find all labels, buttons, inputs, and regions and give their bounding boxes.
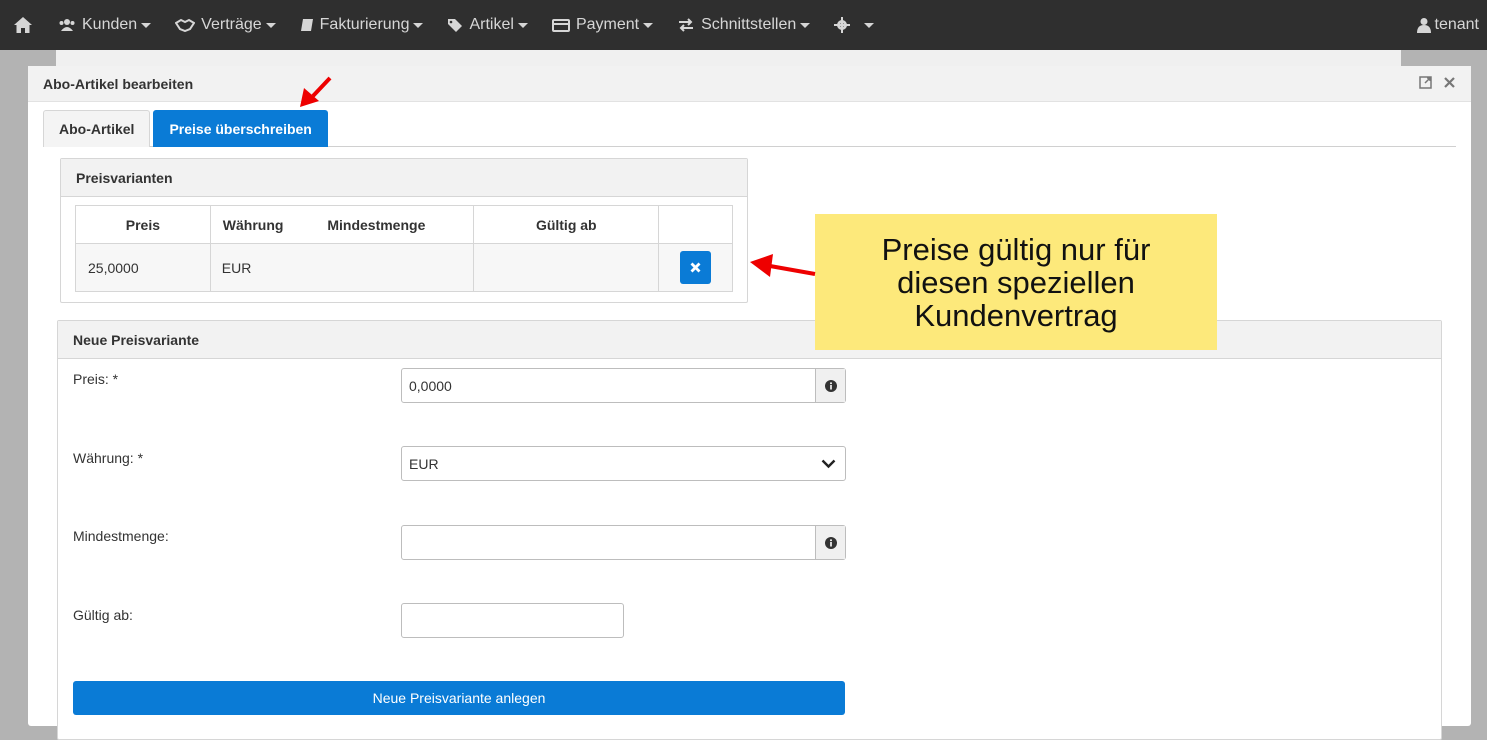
nav-fakturierung[interactable]: Fakturierung: [288, 0, 436, 50]
cell-preis: 25,0000: [75, 243, 211, 292]
preis-input-value: 0,0000: [409, 377, 452, 394]
nav-vertraege[interactable]: Verträge: [163, 0, 287, 50]
user-menu[interactable]: tenant: [1416, 0, 1479, 50]
annotation-callout: Preise gültig nur für diesen speziellen …: [815, 214, 1217, 350]
caret-down-icon: [265, 22, 276, 28]
credit-card-icon: [551, 18, 570, 32]
expand-icon[interactable]: [1419, 76, 1432, 89]
nav-artikel-label: Artikel: [469, 16, 514, 33]
user-icon: [1416, 18, 1431, 33]
tab-abo-artikel[interactable]: Abo-Artikel: [43, 110, 151, 147]
caret-down-icon: [517, 22, 528, 28]
modal-title: Abo-Artikel bearbeiten: [43, 75, 194, 92]
nav-fakturierung-label: Fakturierung: [319, 16, 410, 33]
table-header-row: Preis Währung Mindestmenge Gültig ab: [75, 205, 733, 244]
preis-label: Preis: *: [73, 371, 119, 387]
nav-artikel[interactable]: Artikel: [435, 0, 539, 50]
caret-down-icon: [864, 22, 875, 28]
user-name: tenant: [1434, 16, 1479, 33]
table-row: 25,0000 EUR: [75, 243, 733, 292]
home-icon[interactable]: [0, 0, 46, 50]
annotation-line-3: Kundenvertrag: [914, 297, 1118, 333]
top-navbar: Kunden Verträge Fakturierung Artikel Pay…: [0, 0, 1487, 50]
preis-input[interactable]: 0,0000: [401, 368, 846, 403]
exchange-icon: [679, 18, 694, 32]
annotation-line-1: Preise gültig nur für: [881, 231, 1151, 267]
tag-icon: [448, 19, 463, 32]
caret-down-icon: [141, 22, 152, 28]
column-header-mindestmenge: Mindestmenge: [327, 216, 426, 233]
info-icon[interactable]: [815, 369, 845, 402]
nav-kunden[interactable]: Kunden: [46, 0, 163, 50]
new-price-variant-heading: Neue Preisvariante: [58, 321, 1441, 359]
gear-icon: [834, 17, 851, 33]
handshake-icon: [175, 18, 196, 32]
tab-preise-ueberschreiben[interactable]: Preise überschreiben: [153, 110, 328, 147]
column-header-waehrung-mindestmenge: Währung Mindestmenge: [209, 205, 475, 244]
waehrung-label: Währung: *: [73, 450, 144, 466]
info-icon[interactable]: [815, 526, 845, 559]
nav-schnittstellen-label: Schnittstellen: [701, 16, 797, 33]
nav-schnittstellen[interactable]: Schnittstellen: [665, 0, 822, 50]
nav-payment[interactable]: Payment: [540, 0, 665, 50]
background-page: [56, 50, 1401, 66]
price-variants-table: Preis Währung Mindestmenge Gültig ab 25,…: [75, 205, 733, 292]
edit-article-modal: Abo-Artikel bearbeiten Abo-Artikel Preis…: [28, 66, 1471, 740]
nav-settings[interactable]: [822, 0, 886, 50]
caret-down-icon: [413, 22, 424, 28]
price-variants-panel: Preisvarianten Preis Währung Mindestmeng…: [60, 158, 748, 303]
nav-kunden-label: Kunden: [82, 16, 138, 33]
column-header-gueltig-ab: Gültig ab: [473, 205, 660, 244]
chevron-down-icon: [821, 459, 836, 469]
gueltig-ab-input[interactable]: [401, 603, 624, 638]
caret-down-icon: [643, 22, 654, 28]
modal-header: Abo-Artikel bearbeiten: [28, 66, 1471, 102]
new-price-variant-panel: Neue Preisvariante Preis: * 0,0000 Währu…: [57, 320, 1442, 740]
nav-payment-label: Payment: [575, 16, 640, 33]
cell-gueltig-ab: [473, 243, 660, 292]
close-icon[interactable]: [1444, 77, 1455, 88]
tab-bar: Abo-Artikel Preise überschreiben: [43, 110, 1456, 147]
column-header-preis: Preis: [75, 205, 211, 244]
caret-down-icon: [800, 22, 811, 28]
column-header-actions: [658, 205, 733, 244]
delete-price-variant-button[interactable]: [680, 251, 712, 284]
waehrung-select[interactable]: EUR: [401, 446, 846, 481]
nav-vertraege-label: Verträge: [201, 16, 262, 33]
users-icon: [59, 19, 75, 31]
close-icon: [690, 262, 701, 273]
column-header-waehrung: Währung: [222, 216, 284, 233]
gueltig-ab-label: Gültig ab:: [73, 607, 133, 623]
waehrung-select-value: EUR: [409, 455, 439, 472]
price-variants-heading: Preisvarianten: [61, 159, 747, 197]
mindestmenge-label: Mindestmenge:: [73, 528, 169, 544]
book-icon: [300, 19, 313, 31]
cell-waehrung: EUR: [209, 243, 475, 292]
annotation-line-2: diesen speziellen: [897, 264, 1135, 300]
create-price-variant-button[interactable]: Neue Preisvariante anlegen: [73, 681, 845, 715]
cell-actions: [658, 243, 733, 292]
mindestmenge-input[interactable]: [401, 525, 846, 560]
